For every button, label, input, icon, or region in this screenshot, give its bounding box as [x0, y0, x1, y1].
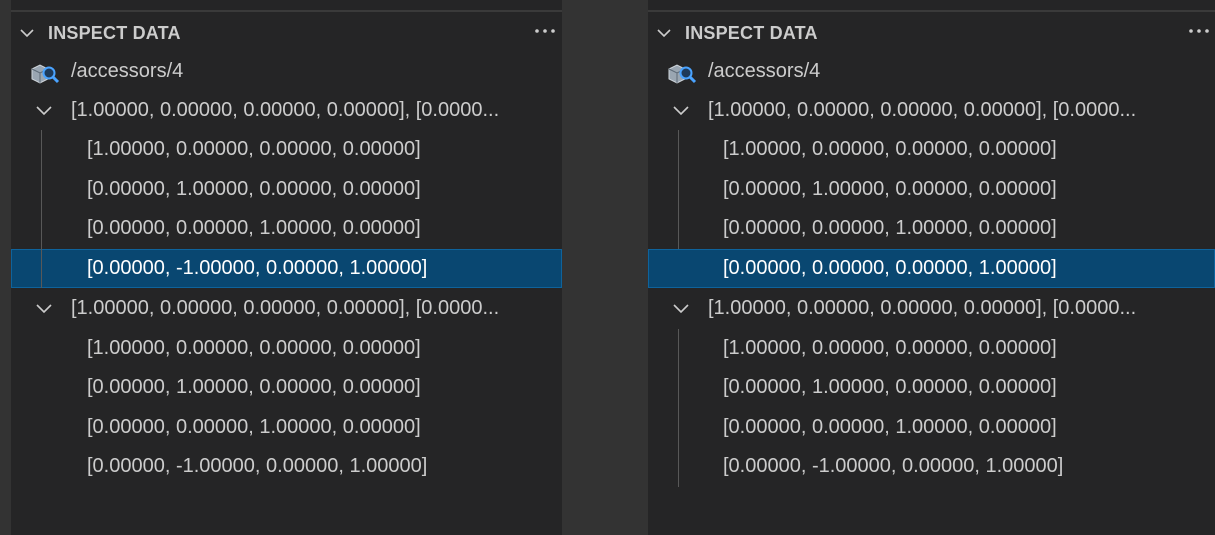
inspect-data-icon [31, 64, 60, 84]
tree-group-item[interactable]: [1.00000, 0.00000, 0.00000, 0.00000], [0… [648, 91, 1215, 130]
panel-title: INSPECT DATA [685, 23, 818, 43]
tree-leaf-label: [0.00000, 0.00000, 1.00000, 0.00000] [87, 416, 421, 438]
tree-leaf-label: [0.00000, 0.00000, 0.00000, 1.00000] [723, 257, 1057, 279]
tree-group-label: [1.00000, 0.00000, 0.00000, 0.00000], [0… [71, 99, 500, 121]
tree-leaf-label: [0.00000, 0.00000, 1.00000, 0.00000] [723, 217, 1057, 239]
tree-root-label: /accessors/4 [708, 60, 821, 82]
inspect-data-icon [668, 64, 697, 84]
tree-leaf-label: [0.00000, 1.00000, 0.00000, 0.00000] [723, 376, 1057, 398]
tree-leaf-label: [0.00000, 0.00000, 1.00000, 0.00000] [87, 217, 421, 239]
chevron-down-icon[interactable] [19, 25, 35, 41]
tree-indent-guide [678, 329, 679, 487]
tree-leaf-label: [1.00000, 0.00000, 0.00000, 0.00000] [723, 138, 1057, 160]
tree-leaf-label: [1.00000, 0.00000, 0.00000, 0.00000] [87, 337, 421, 359]
tree-group-label: [1.00000, 0.00000, 0.00000, 0.00000], [0… [708, 297, 1137, 319]
tree-group-item[interactable]: [1.00000, 0.00000, 0.00000, 0.00000], [0… [11, 91, 562, 130]
tree-leaf-item[interactable]: [1.00000, 0.00000, 0.00000, 0.00000] [648, 329, 1215, 368]
tree-leaf-item[interactable]: [0.00000, 1.00000, 0.00000, 0.00000] [11, 170, 562, 209]
tree-leaf-item[interactable]: [0.00000, 1.00000, 0.00000, 0.00000] [648, 368, 1215, 407]
tree-leaf-item-selected[interactable]: [0.00000, 0.00000, 0.00000, 1.00000] [648, 249, 1215, 288]
tree-indent-guide [41, 130, 42, 288]
tree-group-label: [1.00000, 0.00000, 0.00000, 0.00000], [0… [708, 99, 1137, 121]
tree-leaf-item[interactable]: [0.00000, 1.00000, 0.00000, 0.00000] [648, 170, 1215, 209]
tree-root-label: /accessors/4 [71, 60, 184, 82]
tree-group-label: [1.00000, 0.00000, 0.00000, 0.00000], [0… [71, 297, 500, 319]
tree-leaf-label: [1.00000, 0.00000, 0.00000, 0.00000] [87, 138, 421, 160]
tree-leaf-item[interactable]: [0.00000, -1.00000, 0.00000, 1.00000] [11, 447, 562, 486]
inspect-data-panel-right: INSPECT DATA /accessors/4 [1.00000, 0.00… [648, 0, 1215, 535]
ellipsis-icon[interactable] [532, 20, 558, 42]
tree-leaf-label: [0.00000, 1.00000, 0.00000, 0.00000] [723, 178, 1057, 200]
tree-root-item[interactable]: /accessors/4 [11, 52, 562, 91]
inspect-data-panel-left: INSPECT DATA /accessors/4 [1.00000, 0.00… [11, 0, 562, 535]
tree-root-item[interactable]: /accessors/4 [648, 52, 1215, 91]
tree-leaf-item[interactable]: [0.00000, 0.00000, 1.00000, 0.00000] [648, 209, 1215, 248]
panel-title: INSPECT DATA [48, 23, 181, 43]
tree-leaf-label: [0.00000, -1.00000, 0.00000, 1.00000] [87, 455, 428, 477]
tree-leaf-label: [0.00000, -1.00000, 0.00000, 1.00000] [87, 257, 428, 279]
ellipsis-icon[interactable] [1186, 20, 1212, 42]
chevron-down-icon[interactable] [672, 301, 690, 317]
tree-leaf-item[interactable]: [0.00000, 0.00000, 1.00000, 0.00000] [11, 209, 562, 248]
tree-group-item[interactable]: [1.00000, 0.00000, 0.00000, 0.00000], [0… [648, 289, 1215, 328]
tree-leaf-item[interactable]: [0.00000, 0.00000, 1.00000, 0.00000] [11, 408, 562, 447]
tree-leaf-label: [0.00000, 1.00000, 0.00000, 0.00000] [87, 178, 421, 200]
tree-leaf-label: [0.00000, 1.00000, 0.00000, 0.00000] [87, 376, 421, 398]
chevron-down-icon[interactable] [35, 103, 53, 119]
chevron-down-icon[interactable] [656, 25, 672, 41]
tree-leaf-label: [1.00000, 0.00000, 0.00000, 0.00000] [723, 337, 1057, 359]
tree-leaf-item[interactable]: [0.00000, -1.00000, 0.00000, 1.00000] [648, 447, 1215, 486]
tree-indent-guide [678, 130, 679, 249]
chevron-down-icon[interactable] [672, 103, 690, 119]
tree-leaf-item[interactable]: [1.00000, 0.00000, 0.00000, 0.00000] [11, 130, 562, 169]
tree-leaf-item-selected[interactable]: [0.00000, -1.00000, 0.00000, 1.00000] [11, 249, 562, 288]
tree-leaf-item[interactable]: [0.00000, 0.00000, 1.00000, 0.00000] [648, 408, 1215, 447]
tree-leaf-label: [0.00000, -1.00000, 0.00000, 1.00000] [723, 455, 1064, 477]
panel-header[interactable]: INSPECT DATA [11, 12, 562, 52]
tree-leaf-item[interactable]: [1.00000, 0.00000, 0.00000, 0.00000] [648, 130, 1215, 169]
tree-leaf-label: [0.00000, 0.00000, 1.00000, 0.00000] [723, 416, 1057, 438]
tree-leaf-item[interactable]: [1.00000, 0.00000, 0.00000, 0.00000] [11, 329, 562, 368]
tree-group-item[interactable]: [1.00000, 0.00000, 0.00000, 0.00000], [0… [11, 289, 562, 328]
tree-leaf-item[interactable]: [0.00000, 1.00000, 0.00000, 0.00000] [11, 368, 562, 407]
panel-header[interactable]: INSPECT DATA [648, 12, 1215, 52]
chevron-down-icon[interactable] [35, 301, 53, 317]
